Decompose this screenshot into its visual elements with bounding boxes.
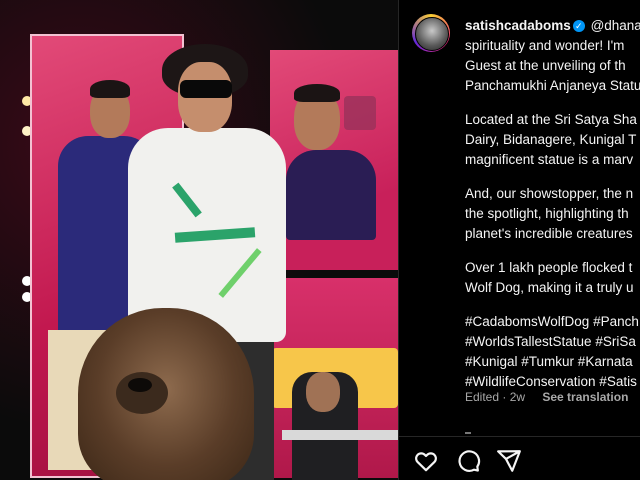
dog-nose xyxy=(128,378,152,392)
screen-person-right xyxy=(286,150,376,240)
caption-text-4: Over 1 lakh people flocked t Wolf Dog, m… xyxy=(465,260,634,295)
screen-person-left-hair xyxy=(90,80,130,98)
post-meta: Edited · 2w See translation xyxy=(465,390,628,404)
verified-badge-icon: ✓ xyxy=(572,20,585,32)
hashtags[interactable]: #CadabomsWolfDog #Panch #WorldsTallestSt… xyxy=(465,312,640,392)
keyboard-instrument xyxy=(282,430,398,440)
see-translation-link[interactable]: See translation xyxy=(542,390,628,404)
heart-icon[interactable] xyxy=(413,448,439,474)
caption-header: satishcadaboms ✓ @dhana xyxy=(465,16,640,36)
comment-icon[interactable] xyxy=(455,448,481,474)
edited-timestamp: Edited · 2w xyxy=(465,390,526,404)
sunglasses xyxy=(180,80,232,98)
post-media[interactable] xyxy=(0,0,398,480)
profile-avatar[interactable] xyxy=(415,17,449,51)
caption-text-1: spirituality and wonder! I'm Guest at th… xyxy=(465,38,640,93)
screen-person-right-hair xyxy=(294,84,340,102)
screen-overlay-icon xyxy=(344,96,376,130)
musician-head xyxy=(306,372,340,412)
caption-text-3: And, our showstopper, the n the spotligh… xyxy=(465,186,634,241)
username-link[interactable]: satishcadaboms xyxy=(465,18,571,33)
actions-divider xyxy=(398,436,640,437)
comment-divider-dash xyxy=(465,432,471,434)
mention-link[interactable]: @dhana xyxy=(591,18,640,33)
caption-text-2: Located at the Sri Satya Sha Dairy, Bida… xyxy=(465,112,637,167)
share-icon[interactable] xyxy=(496,448,522,474)
